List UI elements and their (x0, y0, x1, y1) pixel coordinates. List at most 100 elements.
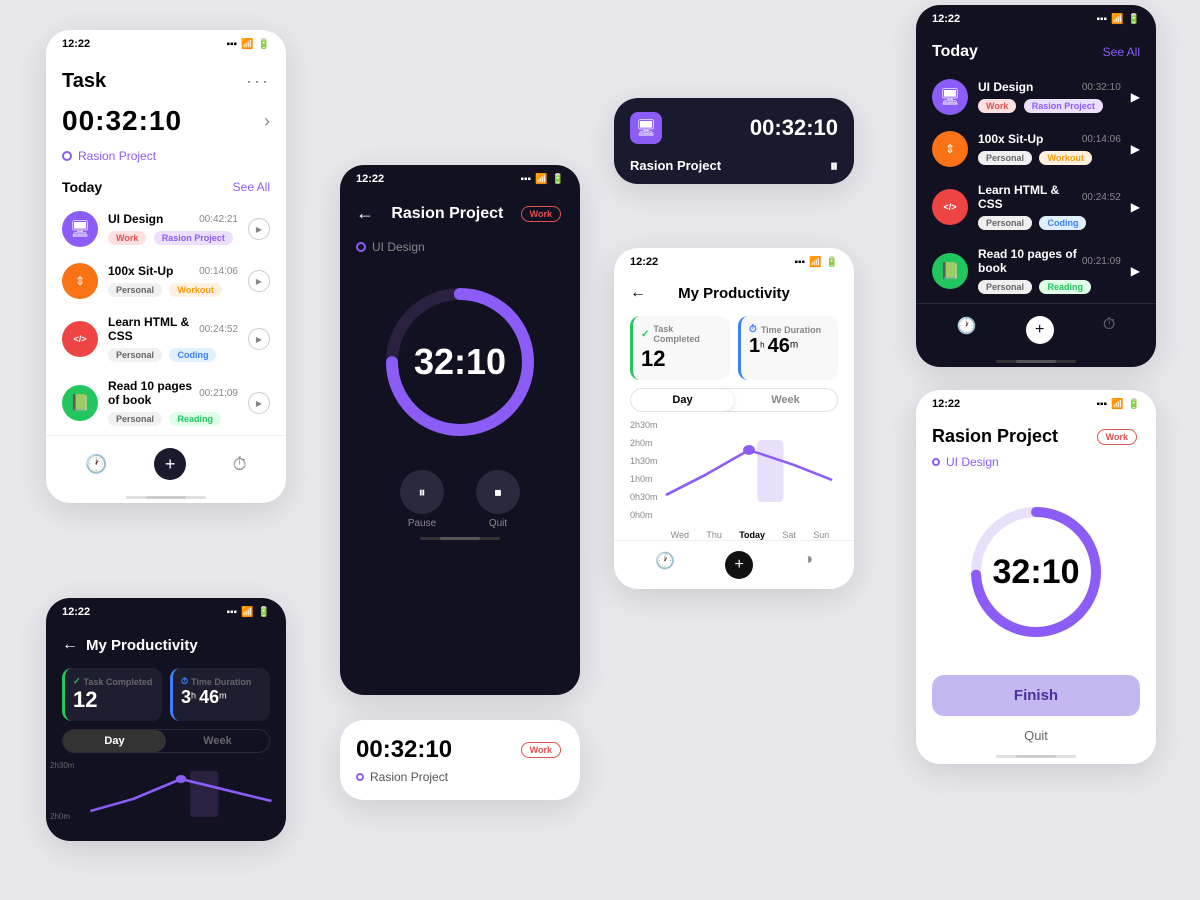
history-icon-card4[interactable]: ⏱ (1103, 316, 1115, 344)
card7-title-row: Rasion Project Work (916, 422, 1156, 451)
timer-ring-card7: 32:10 (916, 481, 1156, 663)
task-tags: Personal Reading (978, 277, 1121, 295)
play-button[interactable]: ▶ (248, 270, 270, 292)
history-icon[interactable]: ⏱ (233, 454, 247, 475)
day-week-tabs-dark: Day Week (62, 729, 270, 753)
card6-project-row: Rasion Project ⏸ (614, 158, 854, 184)
back-button-card8[interactable]: ← (62, 636, 78, 654)
task-time: 00:24:52 (1082, 192, 1121, 203)
wifi-icon: 📶 (1111, 399, 1123, 410)
tag-work-label: Work (521, 206, 561, 222)
productivity-white-card: 12:22 ▪▪▪ 📶 🔋 ← My Productivity ✓ Task C… (614, 248, 854, 589)
task-info: Learn HTML & CSS 00:24:52 Personal Codin… (108, 315, 238, 363)
back-button[interactable]: ← (356, 203, 374, 224)
card5-bottom-bar: 🕐 + ◑ (614, 540, 854, 589)
tag-coding: Coding (169, 348, 216, 362)
task-icon: ⇕ (932, 131, 968, 167)
clock-icon-card4[interactable]: 🕐 (957, 316, 977, 344)
tab-week-dark[interactable]: Week (166, 730, 269, 752)
finish-button[interactable]: Finish (932, 675, 1140, 716)
status-time-card7: 12:22 (932, 398, 960, 410)
tab-week[interactable]: Week (734, 389, 837, 411)
add-button-card4[interactable]: + (1026, 316, 1054, 344)
signal-icon: ▪▪▪ (794, 257, 805, 268)
tag-coding: Coding (1039, 216, 1086, 230)
stat-label-duration: ⏱ Time Duration (181, 676, 262, 687)
status-bar-card7: 12:22 ▪▪▪ 📶 🔋 (916, 390, 1156, 414)
y-axis-labels: 2h30m 2h0m 1h30m 1h0m 0h30m 0h0m (630, 420, 658, 520)
task-completed-stat: ✓ Task Completed 12 (630, 316, 730, 380)
pie-icon-card5[interactable]: ◑ (803, 551, 813, 579)
task-name: 100x Sit-Up (978, 132, 1043, 146)
spacer-top (916, 414, 1156, 422)
tag-workout: Workout (1039, 151, 1091, 165)
see-all-button[interactable]: See All (233, 180, 270, 194)
chart-area: 2h30m 2h0m 1h30m 1h0m 0h30m 0h0m Wed Thu (614, 420, 854, 540)
tag-personal: Personal (108, 348, 162, 362)
tab-day-dark[interactable]: Day (63, 730, 166, 752)
card5-header: ← My Productivity (614, 272, 854, 308)
task-name: UI Design (978, 80, 1033, 94)
card3-project: Rasion Project (356, 770, 564, 784)
pause-button[interactable]: ⏸ (400, 470, 444, 514)
task-time: 00:42:21 (199, 214, 238, 225)
wifi-icon: 📶 (809, 257, 821, 268)
pause-icon-card6[interactable]: ⏸ (830, 158, 838, 176)
task-icon-book: 📗 (62, 385, 98, 421)
play-button[interactable]: ▶ (248, 218, 270, 240)
card7-title: Rasion Project (932, 426, 1058, 447)
chevron-icon[interactable]: › (264, 111, 270, 132)
task-info: Read 10 pages of book 00:21:09 Personal … (108, 379, 238, 427)
chart-area-dark: 2h30m 2h0m (46, 761, 286, 841)
task-item: ⇕ 100x Sit-Up 00:14:06 Personal Workout … (46, 255, 286, 307)
play-button[interactable]: ▶ (248, 392, 270, 414)
task-tags: Personal Reading (108, 409, 238, 427)
project-dot (62, 151, 72, 161)
task-name: Learn HTML & CSS (108, 315, 199, 343)
task-item-dark: </> Learn HTML & CSS 00:24:52 Personal C… (916, 175, 1156, 239)
play-button[interactable]: ▶ (1131, 142, 1140, 156)
tag-personal: Personal (978, 280, 1032, 294)
play-button[interactable]: ▶ (248, 328, 270, 350)
scroll-thumb (146, 496, 186, 499)
task-time: 00:24:52 (199, 324, 238, 335)
clock-icon[interactable]: 🕐 (85, 454, 107, 475)
time-duration-stat: ⏱ Time Duration 1h 46m (738, 316, 838, 380)
back-button-card5[interactable]: ← (630, 284, 646, 302)
quit-button[interactable]: ⏹ (476, 470, 520, 514)
card5-stats: ✓ Task Completed 12 ⏱ Time Duration 1h 4… (614, 308, 854, 388)
status-time-card2: 12:22 (356, 173, 384, 185)
play-button[interactable]: ▶ (1131, 200, 1140, 214)
project-label-card6: Rasion Project (630, 158, 721, 176)
tag-personal: Personal (978, 216, 1032, 230)
timer-ring-container: 32:10 (340, 262, 580, 462)
task-tags: Personal Coding (978, 213, 1121, 231)
tab-day[interactable]: Day (631, 389, 734, 411)
task-info: 100x Sit-Up 00:14:06 Personal Workout (108, 264, 238, 298)
wifi-icon: 📶 (1111, 14, 1123, 25)
status-icons: ▪▪▪ 📶 🔋 (520, 174, 564, 185)
quit-control: ⏹ Quit (476, 470, 520, 529)
card4-header: Today See All (916, 29, 1156, 71)
quit-button-card7[interactable]: Quit (916, 722, 1156, 749)
tag-workout: Workout (169, 283, 221, 297)
add-button-card5[interactable]: + (725, 551, 753, 579)
task-icon: </> (932, 189, 968, 225)
task-name: Read 10 pages of book (108, 379, 199, 407)
status-icons: ▪▪▪ 📶 🔋 (1096, 399, 1140, 410)
see-all-button-card4[interactable]: See All (1103, 45, 1140, 59)
stat-duration-value: 1h 46m (749, 335, 830, 358)
status-bar-card4: 12:22 ▪▪▪ 📶 🔋 (916, 5, 1156, 29)
add-task-button[interactable]: + (154, 448, 186, 480)
card3-header: 00:32:10 Work (356, 736, 564, 764)
productivity-chart (660, 420, 838, 520)
task-name: 100x Sit-Up (108, 264, 173, 278)
status-bar-card1: 12:22 ▪▪▪ 📶 🔋 (46, 30, 286, 54)
clock-icon-card5[interactable]: 🕐 (655, 551, 675, 579)
play-button[interactable]: ▶ (1131, 264, 1140, 278)
play-button[interactable]: ▶ (1131, 90, 1140, 104)
chart-dark (84, 761, 278, 825)
task-info: UI Design 00:32:10 Work Rasion Project (978, 80, 1121, 114)
minutes-display: 46 (768, 335, 790, 357)
card1-menu-dots[interactable]: ··· (246, 71, 270, 92)
